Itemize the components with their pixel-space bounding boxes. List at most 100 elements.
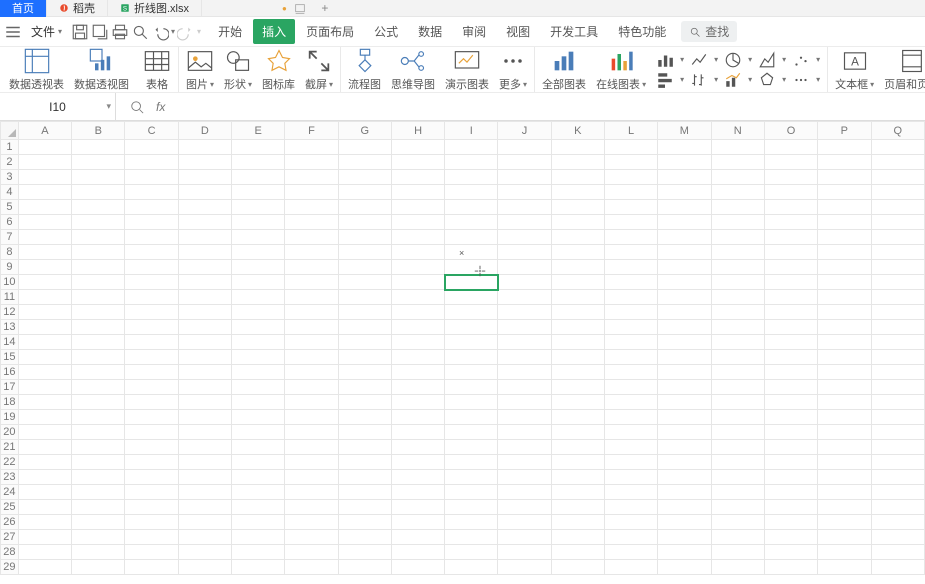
cell[interactable] xyxy=(285,350,338,365)
cell[interactable] xyxy=(551,470,604,485)
row-header[interactable]: 12 xyxy=(1,305,19,320)
cell[interactable] xyxy=(445,185,498,200)
cell[interactable] xyxy=(72,485,125,500)
cell[interactable] xyxy=(818,395,871,410)
cell[interactable] xyxy=(232,410,285,425)
cell[interactable] xyxy=(711,305,764,320)
cell[interactable] xyxy=(658,545,711,560)
cell[interactable] xyxy=(764,245,817,260)
cell[interactable] xyxy=(18,140,71,155)
cell[interactable] xyxy=(604,320,657,335)
cell[interactable] xyxy=(125,560,178,575)
cell[interactable] xyxy=(178,140,231,155)
cell[interactable] xyxy=(18,305,71,320)
cell[interactable] xyxy=(658,470,711,485)
online-chart-button[interactable]: 在线图表▾ xyxy=(596,47,646,92)
cell[interactable] xyxy=(178,455,231,470)
cell[interactable] xyxy=(232,350,285,365)
cell[interactable] xyxy=(498,260,551,275)
cell[interactable] xyxy=(232,530,285,545)
cell[interactable] xyxy=(178,335,231,350)
cell[interactable] xyxy=(498,545,551,560)
cell[interactable] xyxy=(445,380,498,395)
cell[interactable] xyxy=(871,545,925,560)
cell[interactable] xyxy=(818,425,871,440)
cell[interactable] xyxy=(818,305,871,320)
cell[interactable] xyxy=(125,185,178,200)
cell[interactable] xyxy=(391,485,444,500)
cell[interactable] xyxy=(604,335,657,350)
row-header[interactable]: 23 xyxy=(1,470,19,485)
cell[interactable] xyxy=(658,275,711,290)
tab-file[interactable]: S 折线图.xlsx xyxy=(108,0,202,17)
menu-start[interactable]: 开始 xyxy=(209,19,251,44)
row-header[interactable]: 13 xyxy=(1,320,19,335)
col-header[interactable]: G xyxy=(338,122,391,140)
cell[interactable] xyxy=(498,500,551,515)
cell[interactable] xyxy=(764,515,817,530)
cell[interactable] xyxy=(498,170,551,185)
tab-daoke[interactable]: 稻壳 xyxy=(47,0,108,17)
cell[interactable] xyxy=(764,350,817,365)
cell[interactable] xyxy=(391,155,444,170)
cell[interactable] xyxy=(551,380,604,395)
cell[interactable] xyxy=(18,560,71,575)
cell[interactable] xyxy=(338,440,391,455)
row-header[interactable]: 28 xyxy=(1,545,19,560)
cell[interactable] xyxy=(445,230,498,245)
cell[interactable] xyxy=(232,425,285,440)
file-menu[interactable]: 文件▾ xyxy=(24,20,69,43)
cell[interactable] xyxy=(871,455,925,470)
cell[interactable] xyxy=(551,200,604,215)
row-header[interactable]: 25 xyxy=(1,500,19,515)
cell[interactable] xyxy=(285,245,338,260)
cell[interactable] xyxy=(18,515,71,530)
cell[interactable] xyxy=(391,185,444,200)
cell[interactable] xyxy=(498,305,551,320)
cell[interactable] xyxy=(125,530,178,545)
cell[interactable] xyxy=(391,425,444,440)
cell[interactable] xyxy=(658,140,711,155)
cell[interactable] xyxy=(178,545,231,560)
cell[interactable] xyxy=(338,215,391,230)
cell[interactable] xyxy=(604,455,657,470)
cell[interactable] xyxy=(72,335,125,350)
cell[interactable] xyxy=(818,185,871,200)
cell[interactable] xyxy=(711,410,764,425)
cell[interactable] xyxy=(72,440,125,455)
row-header[interactable]: 7 xyxy=(1,230,19,245)
redo-icon[interactable] xyxy=(177,23,195,41)
cell[interactable] xyxy=(285,515,338,530)
cell[interactable] xyxy=(232,455,285,470)
cell[interactable] xyxy=(871,140,925,155)
cell[interactable] xyxy=(604,350,657,365)
cell[interactable] xyxy=(604,215,657,230)
cell[interactable] xyxy=(551,440,604,455)
cell[interactable] xyxy=(178,170,231,185)
cell[interactable] xyxy=(285,455,338,470)
cell[interactable] xyxy=(498,365,551,380)
cell[interactable] xyxy=(551,335,604,350)
cell[interactable] xyxy=(125,290,178,305)
cell[interactable] xyxy=(178,350,231,365)
line-chart-mini-icon[interactable] xyxy=(690,51,708,69)
cell[interactable] xyxy=(72,410,125,425)
cell[interactable] xyxy=(818,155,871,170)
cell[interactable] xyxy=(232,290,285,305)
cell[interactable] xyxy=(178,515,231,530)
pivot-table-button[interactable]: 数据透视表 xyxy=(9,47,64,92)
col-header[interactable]: F xyxy=(285,122,338,140)
cell[interactable] xyxy=(178,530,231,545)
cell[interactable] xyxy=(871,485,925,500)
cell[interactable] xyxy=(285,560,338,575)
cell[interactable] xyxy=(818,215,871,230)
cell[interactable] xyxy=(445,455,498,470)
cell[interactable] xyxy=(818,515,871,530)
cell[interactable] xyxy=(391,395,444,410)
cell[interactable] xyxy=(125,305,178,320)
cell[interactable] xyxy=(338,140,391,155)
textbox-button[interactable]: A 文本框▾ xyxy=(835,47,874,92)
col-header[interactable]: M xyxy=(658,122,711,140)
more-charts-mini-icon[interactable] xyxy=(792,71,810,89)
cell[interactable] xyxy=(391,365,444,380)
